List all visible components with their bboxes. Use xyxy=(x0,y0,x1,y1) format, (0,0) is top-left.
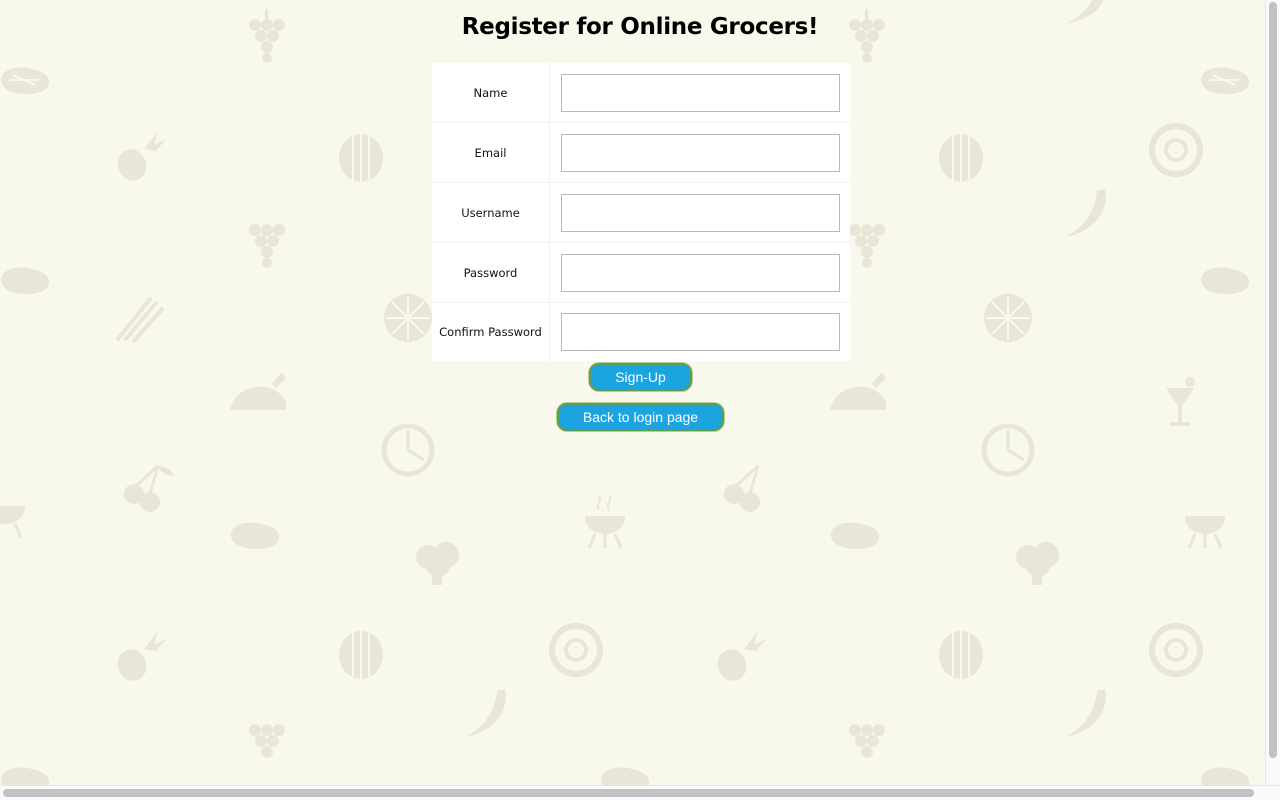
username-field[interactable] xyxy=(561,193,840,232)
broccoli-icon xyxy=(408,535,468,595)
cherries-icon xyxy=(718,458,778,518)
steak-icon xyxy=(595,750,655,786)
grill-icon xyxy=(1175,490,1235,550)
roast-chicken-icon xyxy=(228,362,288,422)
watermelon-icon xyxy=(931,625,991,685)
donut-icon xyxy=(1146,620,1206,680)
donut-icon xyxy=(546,620,606,680)
steak-icon xyxy=(0,250,55,310)
steak-icon xyxy=(1195,750,1255,786)
steak-icon xyxy=(225,505,285,565)
form-row-password: Password xyxy=(432,242,850,303)
grapes-icon xyxy=(233,210,293,270)
form-row-username: Username xyxy=(432,182,850,243)
confirm-password-label: Confirm Password xyxy=(432,302,550,361)
pineapple-icon xyxy=(110,625,170,685)
steak-icon xyxy=(0,50,55,110)
email-label: Email xyxy=(432,122,550,183)
signup-button[interactable]: Sign-Up xyxy=(589,363,692,391)
banana-icon xyxy=(455,685,515,745)
banana-icon xyxy=(1055,185,1115,245)
registration-form: Name Email Username Password Confirm Pas… xyxy=(432,63,850,361)
banana-icon xyxy=(1055,685,1115,745)
steak-icon xyxy=(1195,50,1255,110)
grill-icon xyxy=(0,480,35,540)
donut-icon xyxy=(1146,120,1206,180)
cherries-icon xyxy=(118,458,178,518)
password-label: Password xyxy=(432,242,550,303)
name-field[interactable] xyxy=(561,73,840,112)
back-to-login-button[interactable]: Back to login page xyxy=(557,403,724,431)
watermelon-icon xyxy=(331,128,391,188)
vertical-scrollbar[interactable] xyxy=(1265,0,1280,786)
steak-icon xyxy=(825,505,885,565)
pineapple-icon xyxy=(710,625,770,685)
username-label: Username xyxy=(432,182,550,243)
pineapple-icon xyxy=(110,125,170,185)
watermelon-icon xyxy=(931,128,991,188)
pizza-icon xyxy=(378,420,438,480)
citrus-icon xyxy=(378,288,438,348)
watermelon-icon xyxy=(331,625,391,685)
grill-icon xyxy=(575,490,635,550)
grapes-icon xyxy=(833,710,893,770)
steak-icon xyxy=(0,750,55,786)
citrus-icon xyxy=(978,288,1038,348)
form-row-email: Email xyxy=(432,122,850,183)
grapes-icon xyxy=(233,710,293,770)
cocktail-icon xyxy=(1150,370,1210,430)
pizza-icon xyxy=(978,420,1038,480)
email-field[interactable] xyxy=(561,133,840,172)
page-title: Register for Online Grocers! xyxy=(461,14,819,40)
horizontal-scrollbar-thumb[interactable] xyxy=(3,789,1254,797)
password-field[interactable] xyxy=(561,253,840,292)
vertical-scrollbar-thumb[interactable] xyxy=(1269,2,1277,758)
name-label: Name xyxy=(432,63,550,123)
steak-icon xyxy=(1195,250,1255,310)
horizontal-scrollbar[interactable] xyxy=(0,785,1280,800)
broccoli-icon xyxy=(1008,535,1068,595)
confirm-password-field[interactable] xyxy=(561,313,840,351)
form-row-name: Name xyxy=(432,63,850,123)
roast-chicken-icon xyxy=(828,362,888,422)
form-row-confirm-password: Confirm Password xyxy=(432,302,850,361)
asparagus-icon xyxy=(110,285,170,345)
